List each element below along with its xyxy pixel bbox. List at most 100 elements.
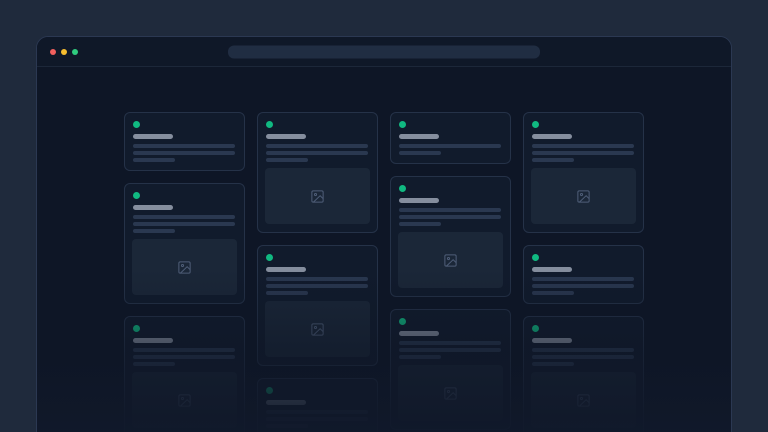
card-column-1: [124, 112, 245, 432]
minimize-button[interactable]: [61, 49, 67, 55]
text-line-skeleton: [399, 341, 501, 345]
status-dot: [532, 325, 539, 332]
image-placeholder: [531, 168, 636, 224]
status-dot: [399, 318, 406, 325]
text-line-skeleton: [532, 144, 634, 148]
image-icon: [443, 386, 458, 401]
card[interactable]: [523, 112, 644, 233]
title-skeleton: [133, 205, 173, 210]
title-skeleton: [399, 134, 439, 139]
image-placeholder: [265, 301, 370, 357]
text-line-skeleton: [532, 277, 634, 281]
text-line-skeleton: [266, 284, 368, 288]
status-dot: [266, 254, 273, 261]
traffic-lights: [50, 49, 78, 55]
text-line-skeleton: [266, 291, 308, 295]
browser-window: [36, 36, 732, 432]
card-column-4: [523, 112, 644, 432]
card[interactable]: [390, 309, 511, 430]
card[interactable]: [523, 245, 644, 304]
text-line-skeleton: [266, 144, 368, 148]
text-line-skeleton: [133, 362, 175, 366]
text-line-skeleton: [266, 417, 368, 421]
text-line-skeleton: [266, 151, 368, 155]
card[interactable]: [523, 316, 644, 432]
text-line-skeleton: [399, 208, 501, 212]
status-dot: [532, 121, 539, 128]
status-dot: [133, 121, 140, 128]
text-line-skeleton: [532, 158, 574, 162]
card[interactable]: [124, 183, 245, 304]
text-line-skeleton: [399, 215, 501, 219]
image-placeholder: [265, 168, 370, 224]
text-line-skeleton: [266, 410, 368, 414]
image-placeholder: [398, 365, 503, 421]
text-line-skeleton: [133, 158, 175, 162]
text-line-skeleton: [133, 222, 235, 226]
zoom-button[interactable]: [72, 49, 78, 55]
status-dot: [532, 254, 539, 261]
title-skeleton: [133, 338, 173, 343]
url-bar[interactable]: [228, 45, 540, 58]
title-skeleton: [532, 134, 572, 139]
text-line-skeleton: [399, 355, 441, 359]
text-line-skeleton: [266, 424, 308, 428]
image-icon: [443, 253, 458, 268]
image-placeholder: [132, 239, 237, 295]
text-line-skeleton: [266, 158, 308, 162]
card-grid: [37, 67, 731, 432]
card[interactable]: [124, 112, 245, 171]
text-line-skeleton: [133, 348, 235, 352]
status-dot: [266, 387, 273, 394]
browser-title-bar: [37, 37, 731, 67]
card[interactable]: [257, 112, 378, 233]
image-icon: [177, 260, 192, 275]
text-line-skeleton: [399, 144, 501, 148]
text-line-skeleton: [133, 151, 235, 155]
title-skeleton: [133, 134, 173, 139]
card[interactable]: [390, 112, 511, 164]
image-icon: [576, 393, 591, 408]
text-line-skeleton: [133, 355, 235, 359]
text-line-skeleton: [133, 144, 235, 148]
card[interactable]: [257, 378, 378, 432]
status-dot: [399, 185, 406, 192]
text-line-skeleton: [133, 215, 235, 219]
close-button[interactable]: [50, 49, 56, 55]
title-skeleton: [399, 198, 439, 203]
text-line-skeleton: [133, 229, 175, 233]
image-icon: [576, 189, 591, 204]
title-skeleton: [399, 331, 439, 336]
title-skeleton: [266, 134, 306, 139]
status-dot: [266, 121, 273, 128]
text-line-skeleton: [399, 348, 501, 352]
title-skeleton: [532, 267, 572, 272]
text-line-skeleton: [399, 151, 441, 155]
text-line-skeleton: [532, 362, 574, 366]
status-dot: [133, 192, 140, 199]
image-icon: [177, 393, 192, 408]
text-line-skeleton: [532, 355, 634, 359]
title-skeleton: [266, 400, 306, 405]
card[interactable]: [257, 245, 378, 366]
status-dot: [133, 325, 140, 332]
text-line-skeleton: [399, 222, 441, 226]
title-skeleton: [266, 267, 306, 272]
page-content: [37, 67, 731, 432]
image-placeholder: [132, 372, 237, 428]
text-line-skeleton: [266, 277, 368, 281]
status-dot: [399, 121, 406, 128]
card-column-3: [390, 112, 511, 432]
text-line-skeleton: [532, 151, 634, 155]
image-icon: [310, 189, 325, 204]
image-placeholder: [531, 372, 636, 428]
card[interactable]: [390, 176, 511, 297]
title-skeleton: [532, 338, 572, 343]
desktop-background: [0, 0, 768, 432]
image-placeholder: [398, 232, 503, 288]
text-line-skeleton: [532, 284, 634, 288]
text-line-skeleton: [532, 348, 634, 352]
text-line-skeleton: [532, 291, 574, 295]
card-column-2: [257, 112, 378, 432]
card[interactable]: [124, 316, 245, 432]
